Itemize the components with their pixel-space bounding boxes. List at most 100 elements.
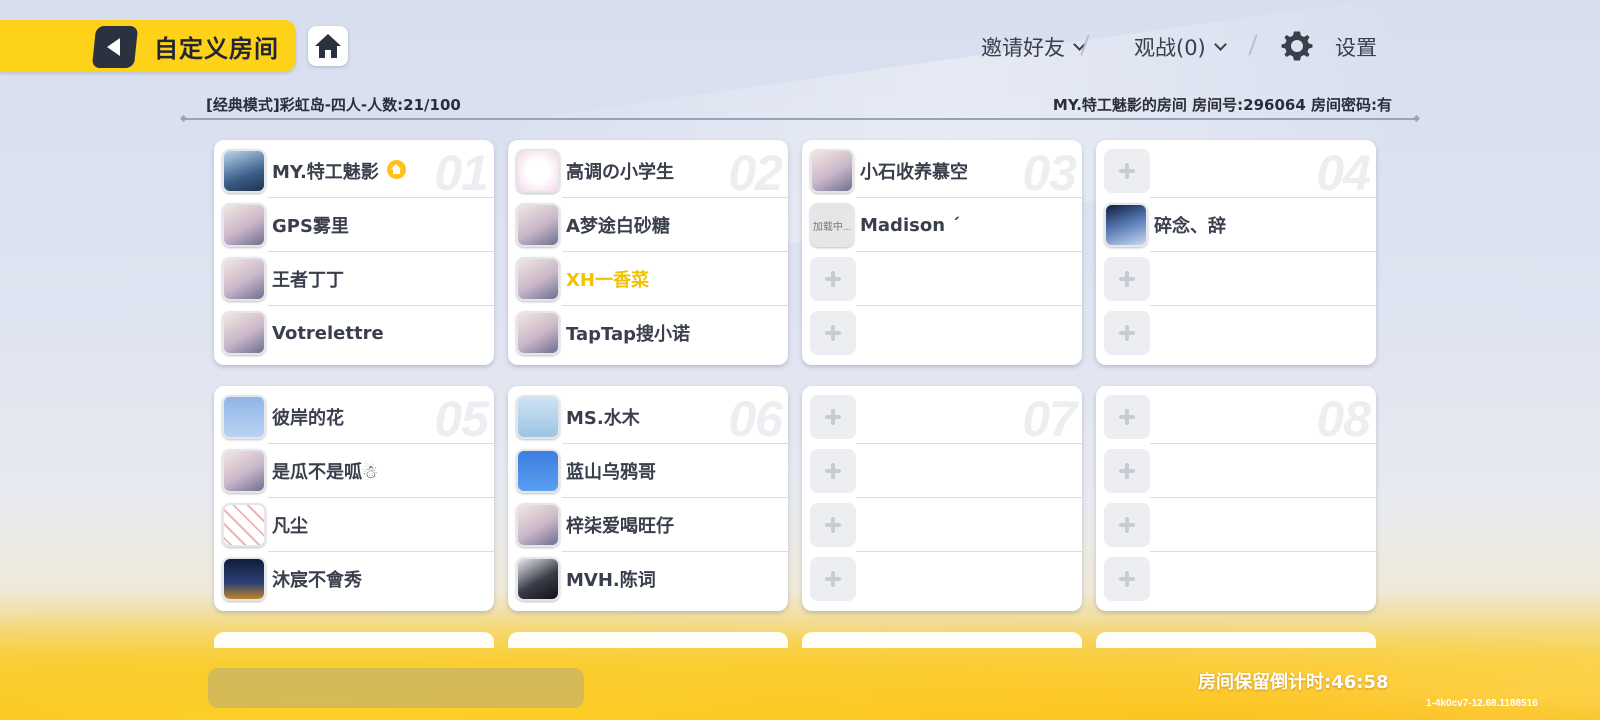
cloud-avatar[interactable] bbox=[516, 149, 560, 193]
chat-input[interactable] bbox=[208, 668, 584, 708]
empty-slot[interactable] bbox=[1104, 498, 1368, 552]
join-slot-button[interactable] bbox=[810, 257, 856, 301]
join-slot-button[interactable] bbox=[810, 311, 856, 355]
anime-avatar[interactable] bbox=[222, 257, 266, 301]
spectate-menu[interactable]: 观战(0) bbox=[1134, 32, 1227, 62]
player-slot[interactable]: XH一香菜 bbox=[516, 252, 780, 306]
empty-slot[interactable] bbox=[810, 444, 1074, 498]
plus-icon bbox=[1119, 571, 1135, 587]
plus-icon bbox=[825, 271, 841, 287]
player-name: 彼岸的花 bbox=[272, 408, 344, 429]
anime-avatar[interactable] bbox=[222, 203, 266, 247]
empty-slot[interactable] bbox=[810, 498, 1074, 552]
player-slot[interactable]: 梓柒爱喝旺仔 bbox=[516, 498, 780, 552]
join-slot-button[interactable] bbox=[810, 449, 856, 493]
anime-avatar[interactable] bbox=[516, 257, 560, 301]
join-slot-button[interactable] bbox=[810, 557, 856, 601]
join-slot-button[interactable] bbox=[1104, 557, 1150, 601]
potato-avatar[interactable] bbox=[222, 395, 266, 439]
player-slot[interactable]: GPS雾里 bbox=[222, 198, 486, 252]
anime-avatar[interactable] bbox=[222, 311, 266, 355]
wizard-avatar[interactable] bbox=[222, 149, 266, 193]
anime-avatar[interactable] bbox=[222, 449, 266, 493]
player-slot[interactable]: 蓝山乌鸦哥 bbox=[516, 444, 780, 498]
team-card: 03 小石收养慕空 加载中... Madison ´ bbox=[802, 140, 1082, 365]
player-slot[interactable]: 是瓜不是呱☃ bbox=[222, 444, 486, 498]
player-slot[interactable]: 高调の小学生 bbox=[516, 144, 780, 198]
player-name: MVH.陈词 bbox=[566, 570, 656, 591]
night-avatar[interactable] bbox=[222, 557, 266, 601]
anime-avatar[interactable] bbox=[810, 149, 854, 193]
player-name: Votrelettre bbox=[272, 322, 384, 344]
player-slot[interactable]: MS.水木 bbox=[516, 390, 780, 444]
home-button[interactable] bbox=[308, 26, 348, 66]
player-slot[interactable]: 碎念、辞 bbox=[1104, 198, 1368, 252]
player-slot[interactable]: Votrelettre bbox=[222, 306, 486, 360]
spectate-label: 观战(0) bbox=[1134, 36, 1206, 60]
player-name: MS.水木 bbox=[566, 408, 640, 429]
back-button[interactable] bbox=[91, 26, 139, 68]
team-card: 06 MS.水木 蓝山乌鸦哥 梓柒爱喝旺仔 MVH.陈词 bbox=[508, 386, 788, 611]
player-slot[interactable]: 凡尘 bbox=[222, 498, 486, 552]
page-title: 自定义房间 bbox=[154, 35, 279, 63]
join-slot-button[interactable] bbox=[1104, 257, 1150, 301]
cartoon-avatar[interactable] bbox=[516, 449, 560, 493]
player-slot[interactable]: 王者丁丁 bbox=[222, 252, 486, 306]
player-name: 沐宸不會秀 bbox=[272, 570, 362, 591]
empty-slot[interactable] bbox=[1104, 390, 1368, 444]
team-card-partial bbox=[802, 632, 1082, 648]
team-card: 02 高调の小学生 A梦途白砂糖 XH一香菜 TapTap搜小诺 bbox=[508, 140, 788, 365]
robot-avatar[interactable] bbox=[516, 395, 560, 439]
join-slot-button[interactable] bbox=[1104, 395, 1150, 439]
empty-slot[interactable] bbox=[1104, 144, 1368, 198]
empty-slot[interactable] bbox=[1104, 252, 1368, 306]
join-slot-button[interactable] bbox=[1104, 311, 1150, 355]
empty-slot[interactable] bbox=[810, 552, 1074, 606]
dark-avatar[interactable] bbox=[516, 557, 560, 601]
player-slot[interactable]: 小石收养慕空 bbox=[810, 144, 1074, 198]
plus-icon bbox=[1119, 163, 1135, 179]
team-card: 01 MY.特工魅影 GPS雾里 王者丁丁 Votrelettre bbox=[214, 140, 494, 365]
empty-slot[interactable] bbox=[810, 390, 1074, 444]
player-slot[interactable]: MVH.陈词 bbox=[516, 552, 780, 606]
join-slot-button[interactable] bbox=[1104, 149, 1150, 193]
player-slot[interactable]: 沐宸不會秀 bbox=[222, 552, 486, 606]
empty-slot[interactable] bbox=[810, 252, 1074, 306]
empty-slot[interactable] bbox=[1104, 552, 1368, 606]
player-name: XH一香菜 bbox=[566, 270, 649, 291]
anime-avatar[interactable] bbox=[516, 203, 560, 247]
empty-slot[interactable] bbox=[1104, 444, 1368, 498]
info-divider bbox=[184, 118, 1416, 120]
loading-avatar[interactable]: 加载中... bbox=[810, 203, 854, 247]
join-slot-button[interactable] bbox=[810, 503, 856, 547]
player-name: 凡尘 bbox=[272, 516, 308, 537]
gear-icon[interactable] bbox=[1281, 30, 1313, 62]
anime-avatar[interactable] bbox=[516, 311, 560, 355]
player-slot[interactable]: 彼岸的花 bbox=[222, 390, 486, 444]
invite-friends-menu[interactable]: 邀请好友 bbox=[981, 32, 1086, 62]
player-slot[interactable]: MY.特工魅影 bbox=[222, 144, 486, 198]
player-slot[interactable]: 加载中... Madison ´ bbox=[810, 198, 1074, 252]
plus-icon bbox=[825, 463, 841, 479]
plus-icon bbox=[825, 325, 841, 341]
player-slot[interactable]: TapTap搜小诺 bbox=[516, 306, 780, 360]
team-card-partial bbox=[214, 632, 494, 648]
plus-icon bbox=[1119, 517, 1135, 533]
room-owner-home-icon bbox=[386, 159, 406, 179]
team-card: 05 彼岸的花 是瓜不是呱☃ 凡尘 沐宸不會秀 bbox=[214, 386, 494, 611]
player-slot[interactable]: A梦途白砂糖 bbox=[516, 198, 780, 252]
settings-button[interactable]: 设置 bbox=[1335, 32, 1377, 62]
anime-avatar[interactable] bbox=[516, 503, 560, 547]
join-slot-button[interactable] bbox=[810, 395, 856, 439]
space-avatar[interactable] bbox=[1104, 203, 1148, 247]
join-slot-button[interactable] bbox=[1104, 449, 1150, 493]
join-slot-button[interactable] bbox=[1104, 503, 1150, 547]
player-name: A梦途白砂糖 bbox=[566, 216, 670, 237]
empty-slot[interactable] bbox=[1104, 306, 1368, 360]
player-name: GPS雾里 bbox=[272, 216, 349, 237]
pattern-avatar[interactable] bbox=[222, 503, 266, 547]
settings-label: 设置 bbox=[1335, 36, 1377, 60]
empty-slot[interactable] bbox=[810, 306, 1074, 360]
separator bbox=[1248, 34, 1258, 56]
player-name: Madison ´ bbox=[860, 214, 961, 236]
